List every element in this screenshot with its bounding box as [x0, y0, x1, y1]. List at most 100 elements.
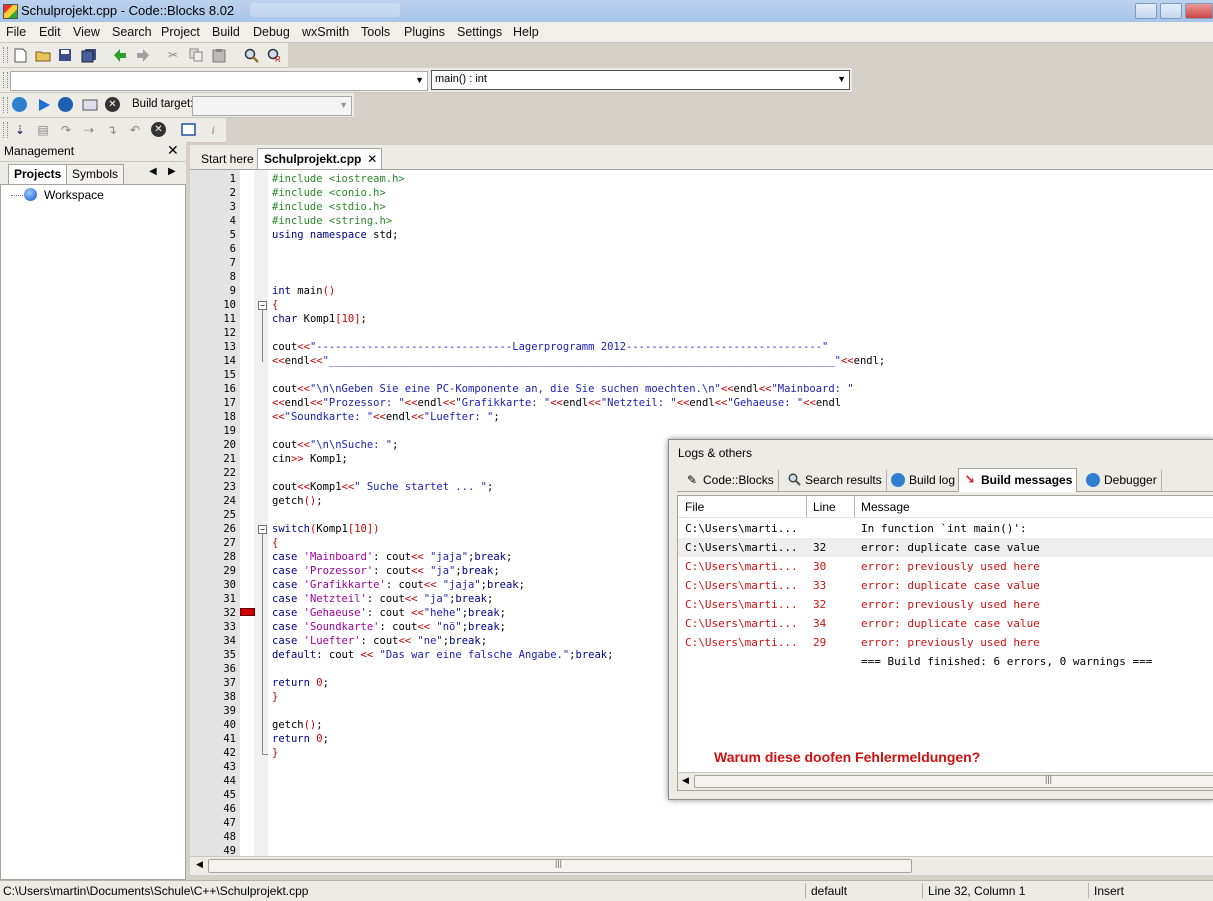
tab-codeblocks-log[interactable]: ✎ Code::Blocks: [681, 470, 779, 491]
run-icon[interactable]: [35, 96, 53, 114]
menu-search[interactable]: Search: [112, 25, 152, 39]
toolbar-grip[interactable]: [3, 47, 8, 63]
menu-build[interactable]: Build: [212, 25, 240, 39]
row-line: 30: [813, 560, 827, 573]
message-row[interactable]: === Build finished: 6 errors, 0 warnings…: [678, 652, 1213, 671]
menu-view[interactable]: View: [73, 25, 100, 39]
code-line: case 'Mainboard': cout<< "jaja";break;: [272, 551, 513, 563]
message-row[interactable]: C:\Users\marti... 29 error: previously use…: [678, 633, 1213, 652]
line-number: 42: [223, 747, 236, 759]
code-line: getch();: [272, 495, 323, 507]
message-row[interactable]: C:\Users\marti... 30 error: previously use…: [678, 557, 1213, 576]
tab-search-results[interactable]: Search results: [783, 470, 887, 491]
logs-horizontal-scrollbar[interactable]: ◀ |||: [678, 772, 1213, 790]
undo-icon[interactable]: [111, 46, 129, 64]
close-tab-icon[interactable]: ✕: [367, 149, 377, 169]
tab-label: Build messages: [981, 473, 1073, 487]
debugging-windows-icon[interactable]: [180, 121, 198, 139]
step-out-icon[interactable]: ↶: [126, 121, 144, 139]
editor-horizontal-scrollbar[interactable]: ◀ |||: [190, 856, 1213, 875]
line-number: 45: [223, 789, 236, 801]
step-into-icon[interactable]: ↴: [103, 121, 121, 139]
tab-symbols[interactable]: Symbols: [66, 164, 125, 184]
scope-dropdown[interactable]: ▼: [10, 71, 428, 91]
tab-debugger[interactable]: Debugger: [1082, 470, 1162, 491]
fold-end: [262, 754, 268, 755]
menu-plugins[interactable]: Plugins: [404, 25, 445, 39]
menu-settings[interactable]: Settings: [457, 25, 502, 39]
rebuild-icon[interactable]: [81, 96, 99, 114]
menu-edit[interactable]: Edit: [39, 25, 61, 39]
menu-wxsmith[interactable]: wxSmith: [302, 25, 349, 39]
column-header-message[interactable]: Message: [861, 500, 910, 514]
toolbar-grip[interactable]: [3, 122, 8, 138]
message-row[interactable]: C:\Users\marti... 33 error: duplicate case…: [678, 576, 1213, 595]
tab-scroll-right-icon[interactable]: ▶: [168, 166, 176, 177]
find-icon[interactable]: [242, 46, 260, 64]
list-header: File Line Message: [678, 496, 1213, 518]
menu-file[interactable]: File: [6, 25, 26, 39]
main-toolbar: ✂ R: [0, 43, 288, 68]
build-and-run-icon[interactable]: [58, 97, 73, 112]
code-line: }: [272, 691, 279, 703]
tab-schulprojekt[interactable]: Schulprojekt.cpp ✕: [257, 148, 383, 169]
code-line: cout<<"\n\nSuche: ";: [272, 439, 399, 451]
redo-icon[interactable]: [134, 46, 152, 64]
build-target-dropdown[interactable]: ▼: [192, 96, 352, 116]
line-number: 30: [223, 579, 236, 591]
tab-projects[interactable]: Projects: [8, 164, 68, 184]
replace-icon[interactable]: R: [265, 46, 283, 64]
toolbar-grip[interactable]: [3, 72, 8, 88]
info-icon[interactable]: i: [204, 121, 222, 139]
open-file-icon[interactable]: [34, 46, 52, 64]
message-row[interactable]: C:\Users\marti... In function `int main()…: [678, 519, 1213, 538]
next-line-icon[interactable]: ↷: [57, 121, 75, 139]
debug-continue-icon[interactable]: ⇣: [11, 121, 29, 139]
line-number: 41: [223, 733, 236, 745]
fold-toggle[interactable]: −: [258, 525, 267, 534]
next-instruction-icon[interactable]: ⇢: [80, 121, 98, 139]
close-window-button[interactable]: [1185, 3, 1213, 19]
code-line: #include <string.h>: [272, 215, 393, 227]
column-header-file[interactable]: File: [685, 500, 704, 514]
menu-debug[interactable]: Debug: [253, 25, 290, 39]
line-number: 7: [229, 257, 236, 269]
project-tree: Workspace: [0, 184, 186, 880]
scroll-left-icon[interactable]: ◀: [196, 859, 203, 870]
tree-item-workspace[interactable]: Workspace: [44, 188, 104, 202]
column-header-line[interactable]: Line: [813, 500, 836, 514]
message-row[interactable]: C:\Users\marti... 32 error: previously use…: [678, 595, 1213, 614]
scroll-left-icon[interactable]: ◀: [682, 775, 689, 786]
function-dropdown[interactable]: main() : int ▼: [431, 70, 850, 90]
tab-build-messages[interactable]: ➘ Build messages: [958, 468, 1078, 492]
run-to-cursor-icon[interactable]: ▤: [34, 121, 52, 139]
tab-scroll-left-icon[interactable]: ◀: [149, 166, 157, 177]
menu-help[interactable]: Help: [513, 25, 539, 39]
save-all-icon[interactable]: [80, 46, 98, 64]
code-line: switch(Komp1[10]): [272, 523, 380, 535]
copy-icon[interactable]: [187, 46, 205, 64]
message-row[interactable]: C:\Users\marti... 34 error: duplicate case…: [678, 614, 1213, 633]
fold-toggle[interactable]: −: [258, 301, 267, 310]
fold-line: [262, 534, 263, 754]
code-line: return 0;: [272, 733, 329, 745]
cut-icon[interactable]: ✂: [164, 46, 182, 64]
new-file-icon[interactable]: [11, 46, 29, 64]
menu-tools[interactable]: Tools: [361, 25, 390, 39]
maximize-button[interactable]: [1160, 3, 1182, 19]
minimize-button[interactable]: [1135, 3, 1157, 19]
close-icon[interactable]: ✕: [167, 142, 179, 159]
column-separator[interactable]: [854, 496, 855, 517]
tab-start-here[interactable]: Start here: [194, 148, 261, 169]
menu-project[interactable]: Project: [161, 25, 200, 39]
toolbar-grip[interactable]: [3, 97, 8, 113]
abort-icon[interactable]: ✕: [105, 97, 120, 112]
column-separator[interactable]: [806, 496, 807, 517]
scroll-thumb[interactable]: [694, 775, 1213, 788]
build-icon[interactable]: [12, 97, 27, 112]
stop-debugger-icon[interactable]: ✕: [151, 122, 166, 137]
tab-build-log[interactable]: Build log: [887, 470, 961, 491]
save-icon[interactable]: [56, 46, 74, 64]
paste-icon[interactable]: [210, 46, 228, 64]
message-row-selected[interactable]: C:\Users\marti... 32 error: duplicate case…: [678, 538, 1213, 557]
